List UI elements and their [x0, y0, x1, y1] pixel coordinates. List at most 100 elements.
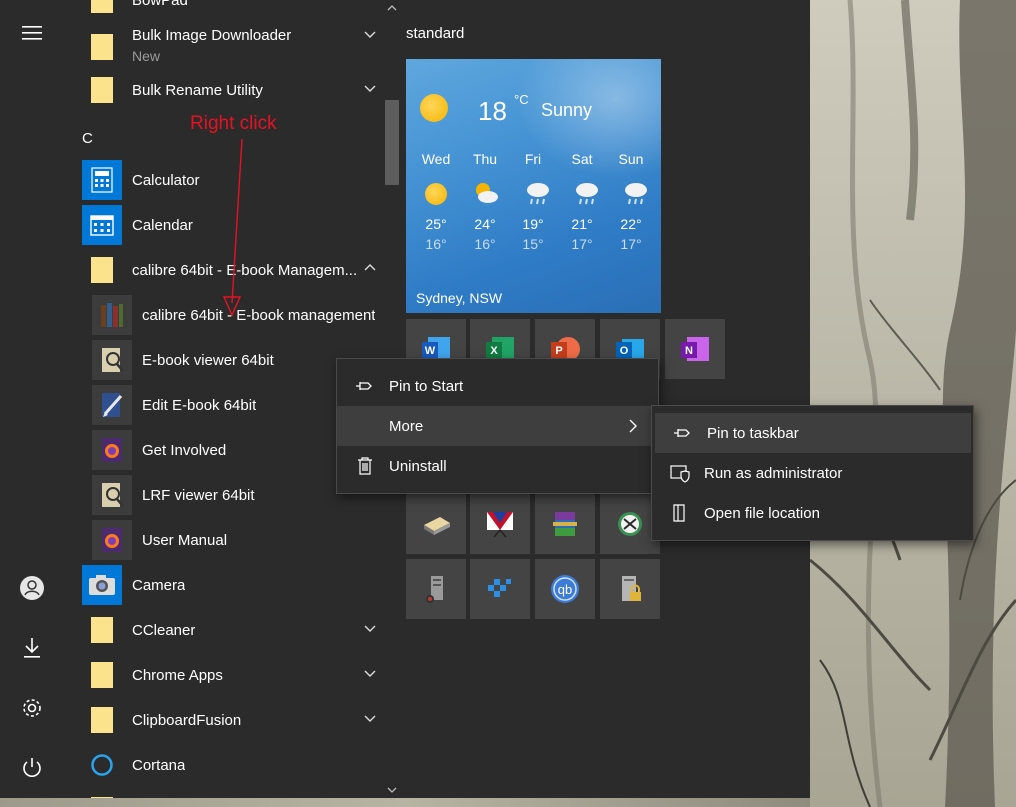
folder-icon — [82, 700, 122, 740]
app-tile-media[interactable] — [470, 494, 530, 554]
trash-icon — [358, 457, 372, 475]
forecast-high: 19° — [522, 216, 544, 232]
file-location-icon — [673, 504, 685, 522]
chevron-right-icon — [629, 419, 637, 433]
qbittorrent-icon: qb — [551, 575, 579, 603]
scroll-up-icon[interactable] — [386, 2, 398, 14]
folder-icon — [82, 70, 122, 110]
forecast-low: 17° — [620, 236, 642, 252]
app-row-camera[interactable]: Camera — [64, 563, 384, 607]
app-label: calibre 64bit - E-book management — [142, 306, 376, 324]
app-row-bulk-rename-utility[interactable]: Bulk Rename Utility — [64, 68, 384, 112]
pin-icon — [356, 382, 372, 390]
app-tile-winrar[interactable] — [535, 494, 595, 554]
server-icon — [426, 576, 443, 603]
start-menu: BowPad Bulk Image Downloader New Bulk Re… — [0, 0, 974, 798]
app-tile-scanner[interactable] — [406, 494, 466, 554]
new-badge: New — [132, 48, 161, 64]
forecast-high: 21° — [571, 216, 593, 232]
forecast-day: Sun — [618, 151, 644, 167]
context-uninstall[interactable]: Uninstall — [337, 446, 658, 486]
folder-icon — [82, 610, 122, 650]
forecast-day: Sat — [571, 151, 593, 167]
calibre-books-icon — [92, 295, 132, 335]
app-row-chrome-apps[interactable]: Chrome Apps — [64, 653, 384, 697]
chevron-up-icon[interactable] — [362, 260, 378, 276]
rain-cloud-icon — [625, 183, 647, 205]
submenu-pin-to-taskbar[interactable]: Pin to taskbar — [655, 413, 971, 453]
lrf-viewer-icon — [92, 475, 132, 515]
submenu-run-as-administrator[interactable]: Run as administrator — [652, 453, 973, 493]
app-row-user-manual[interactable]: User Manual — [64, 518, 384, 562]
chevron-down-icon[interactable] — [362, 26, 378, 42]
chevron-down-icon[interactable] — [362, 80, 378, 96]
app-label: E-book viewer 64bit — [142, 351, 274, 369]
blocks-icon — [488, 579, 511, 597]
calendar-icon — [82, 205, 122, 245]
app-label: Get Involved — [142, 441, 227, 459]
forecast-high: 24° — [474, 216, 496, 232]
download-icon[interactable] — [12, 628, 52, 668]
submenu-item-label: Pin to taskbar — [707, 424, 799, 442]
edit-ebook-icon — [92, 385, 132, 425]
chevron-down-icon[interactable] — [362, 710, 378, 726]
context-pin-to-start[interactable]: Pin to Start — [337, 366, 658, 406]
folder-icon — [82, 655, 122, 695]
forecast-low: 17° — [571, 236, 593, 252]
app-row-bowpad[interactable]: BowPad — [64, 0, 384, 22]
app-label: CCleaner — [132, 621, 196, 639]
app-tile-qbittorrent[interactable]: qb — [535, 559, 595, 619]
submenu-open-file-location[interactable]: Open file location — [652, 493, 973, 533]
letter-header-c[interactable]: C — [82, 130, 93, 147]
app-tile-server[interactable] — [406, 559, 466, 619]
chevron-down-icon[interactable] — [362, 665, 378, 681]
scroll-down-icon[interactable] — [386, 784, 398, 796]
onenote-tile[interactable]: N — [665, 319, 725, 379]
app-label: Calculator — [132, 171, 200, 189]
svg-text:W: W — [425, 345, 436, 357]
user-icon[interactable] — [12, 568, 52, 608]
pin-icon — [674, 429, 690, 437]
context-more[interactable]: More — [337, 406, 658, 446]
rain-cloud-icon — [527, 183, 549, 205]
folder-icon — [82, 0, 122, 20]
weather-location: Sydney, NSW — [416, 290, 503, 306]
app-row-ccleaner[interactable]: CCleaner — [64, 608, 384, 652]
chevron-down-icon[interactable] — [362, 620, 378, 636]
forecast-high: 25° — [425, 216, 447, 232]
folder-icon — [82, 27, 122, 67]
forecast-low: 16° — [474, 236, 496, 252]
scroll-thumb[interactable] — [385, 100, 399, 185]
app-row-cortana[interactable]: Cortana — [64, 743, 384, 787]
app-row-clipboardfusion[interactable]: ClipboardFusion — [64, 698, 384, 742]
svg-text:P: P — [555, 345, 562, 357]
app-row-partial[interactable] — [64, 788, 384, 798]
forecast-high: 22° — [620, 216, 642, 232]
power-icon[interactable] — [12, 748, 52, 788]
forecast-day: Thu — [472, 151, 498, 167]
app-label: User Manual — [142, 531, 228, 549]
svg-text:O: O — [620, 345, 629, 357]
app-tile-dropbox[interactable] — [470, 559, 530, 619]
context-item-label: Uninstall — [389, 457, 447, 475]
ebook-viewer-icon — [92, 340, 132, 380]
gear-icon[interactable] — [12, 688, 52, 728]
weather-tile[interactable]: 18 °C Sunny Wed Thu Fri Sat Sun 25° 24° … — [406, 59, 661, 313]
submenu-item-label: Run as administrator — [704, 464, 843, 482]
firefox-icon — [92, 430, 132, 470]
hamburger-icon[interactable] — [12, 13, 52, 53]
app-label: Bulk Image Downloader — [132, 27, 292, 44]
forecast-low: 16° — [425, 236, 447, 252]
app-row-bulk-image-downloader[interactable]: Bulk Image Downloader New — [64, 22, 384, 72]
svg-text:qb: qb — [558, 582, 572, 597]
onenote-icon: N — [681, 337, 709, 361]
scanner-icon — [424, 517, 450, 535]
tile-group-title[interactable]: standard — [406, 25, 464, 42]
partly-cloudy-icon — [476, 183, 498, 203]
app-label: LRF viewer 64bit — [142, 486, 255, 504]
app-label: BowPad — [132, 0, 188, 9]
cortana-icon — [82, 745, 122, 785]
folder-icon — [82, 250, 122, 290]
app-tile-secure-server[interactable] — [600, 559, 660, 619]
context-menu: Pin to Start More Uninstall — [336, 358, 659, 494]
